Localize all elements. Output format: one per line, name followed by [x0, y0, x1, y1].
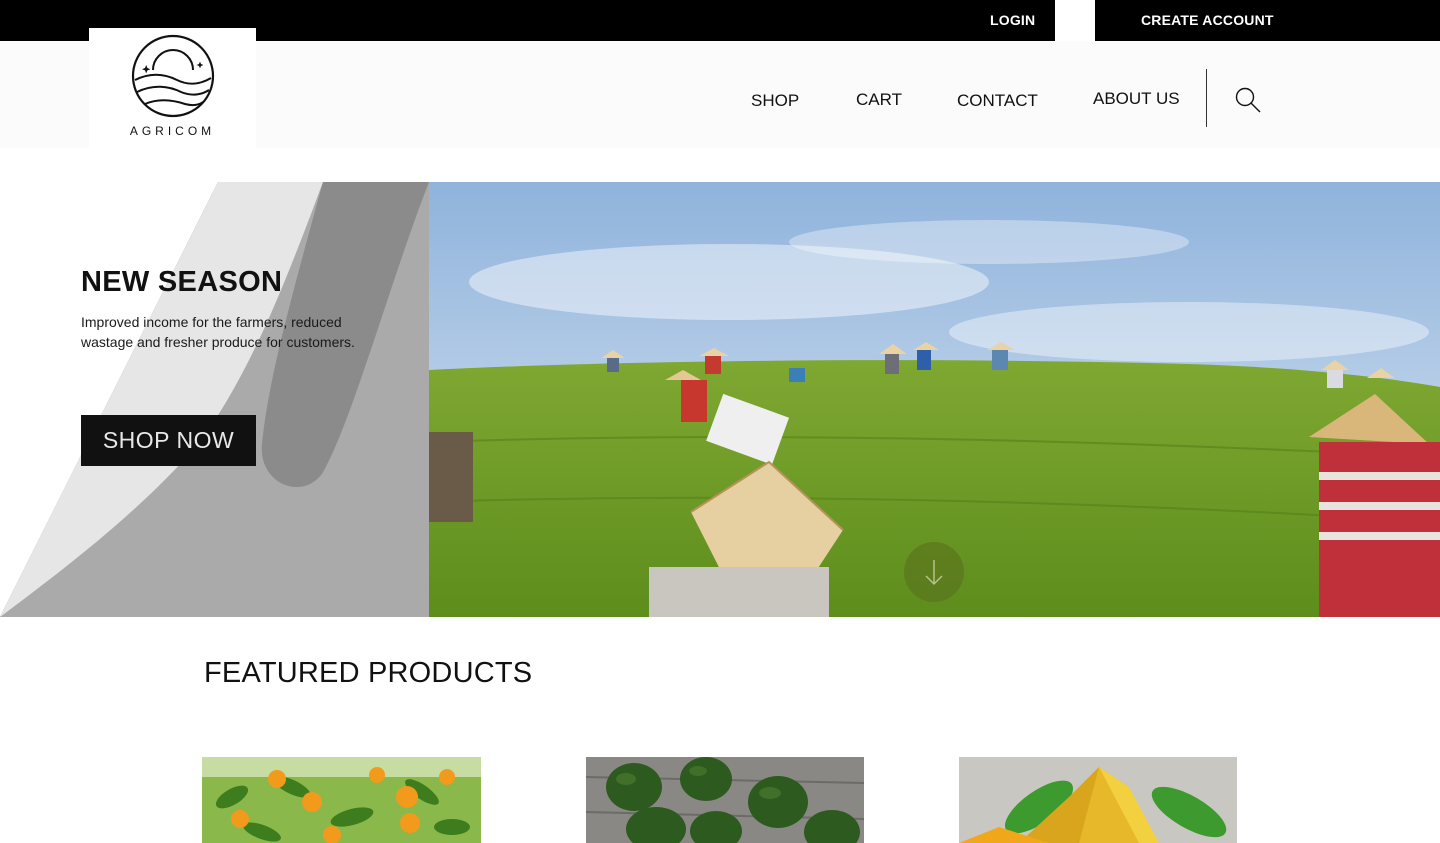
- product-card-avocado[interactable]: [586, 757, 864, 843]
- nav-divider: [1206, 69, 1207, 127]
- search-button[interactable]: [1234, 86, 1262, 114]
- featured-products-title: FEATURED PRODUCTS: [204, 657, 533, 689]
- scroll-down-button[interactable]: [904, 542, 964, 602]
- login-link[interactable]: LOGIN: [990, 12, 1035, 28]
- arrow-down-icon: [925, 560, 943, 586]
- nav-about-us[interactable]: ABOUT US: [1093, 89, 1180, 109]
- nav-cart[interactable]: CART: [856, 90, 902, 110]
- shop-now-button[interactable]: SHOP NOW: [81, 415, 256, 466]
- hero-side-panel: [0, 182, 429, 617]
- hero-subtitle: Improved income for the farmers, reduced…: [81, 314, 355, 350]
- product-image-avocado: [586, 757, 864, 843]
- logo-mark-icon: [131, 34, 215, 118]
- logo[interactable]: AGRICOM: [89, 28, 256, 148]
- product-card-starfruit[interactable]: [959, 757, 1237, 843]
- product-card-kumquat[interactable]: [202, 757, 481, 843]
- create-account-link[interactable]: CREATE ACCOUNT: [1141, 12, 1274, 28]
- logo-text: AGRICOM: [129, 124, 216, 138]
- product-image-starfruit: [959, 757, 1237, 843]
- hero-title: NEW SEASON: [81, 266, 283, 298]
- search-icon: [1235, 87, 1261, 113]
- nav-contact[interactable]: CONTACT: [957, 91, 1038, 111]
- product-image-kumquat: [202, 757, 481, 843]
- hero-banner: NEW SEASON Improved income for the farme…: [0, 182, 1440, 617]
- nav-shop[interactable]: SHOP: [751, 91, 799, 111]
